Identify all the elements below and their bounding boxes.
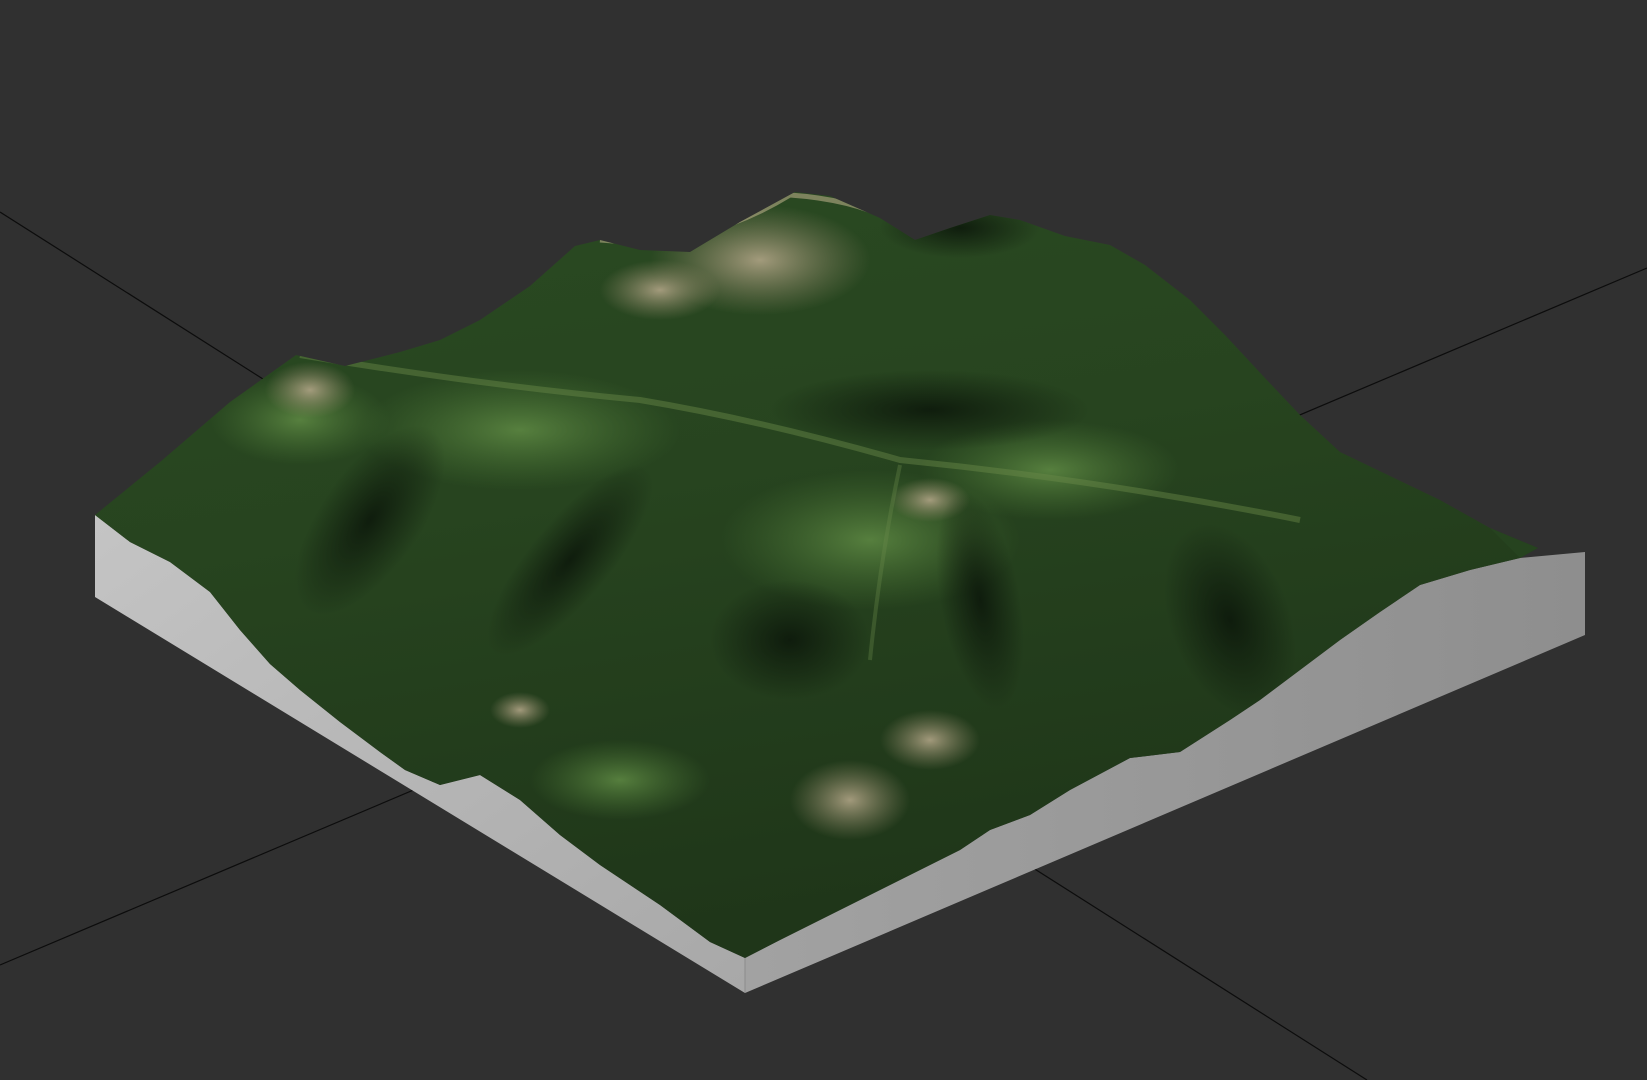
viewport-canvas[interactable]: [0, 0, 1647, 1080]
3d-viewport[interactable]: [0, 0, 1647, 1080]
terrain-surface: [95, 192, 1538, 958]
